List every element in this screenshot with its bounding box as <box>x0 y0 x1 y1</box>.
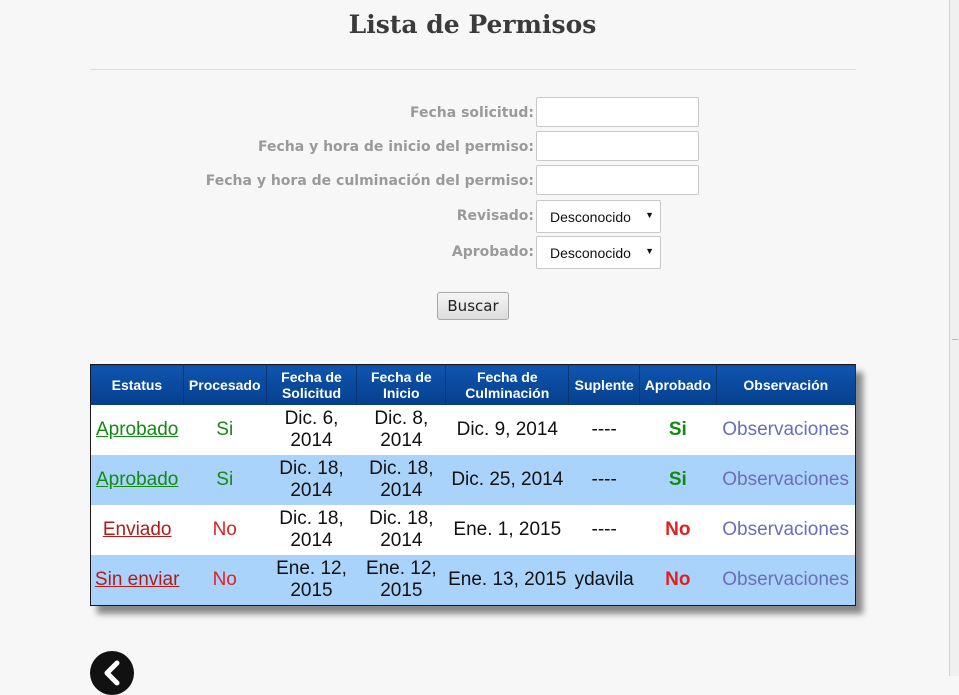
permisos-table: Estatus Procesado Fecha de Solicitud Fec… <box>90 364 857 606</box>
table-row: Sin enviar No Ene. 12, 2015 Ene. 12, 201… <box>90 555 856 606</box>
fecha-culminacion-cell: Ene. 1, 2015 <box>445 505 569 555</box>
fecha-inicio-cell: Ene. 12, 2015 <box>356 555 446 606</box>
suplente-cell: ---- <box>568 405 640 455</box>
revisado-select[interactable]: Desconocido ▼ <box>536 200 661 233</box>
page-scrollbar[interactable] <box>949 0 959 676</box>
fecha-inicio-cell: Dic. 18, 2014 <box>356 455 446 505</box>
suplente-cell: ---- <box>568 505 640 555</box>
aprobado-select-value: Desconocido <box>550 245 631 261</box>
fecha-culminacion-cell: Dic. 25, 2014 <box>445 455 569 505</box>
procesado-cell: No <box>183 505 267 555</box>
revisado-row: Revisado: Desconocido ▼ <box>90 200 790 233</box>
table-row: Enviado No Dic. 18, 2014 Dic. 18, 2014 E… <box>90 505 856 555</box>
fecha-inicio-input[interactable] <box>536 131 699 161</box>
procesado-cell: No <box>183 555 267 606</box>
col-header-aprobado: Aprobado <box>639 364 717 405</box>
suplente-cell: ---- <box>568 455 640 505</box>
aprobado-cell: Si <box>639 455 717 505</box>
fecha-culminacion-input[interactable] <box>536 165 699 195</box>
aprobado-label: Aprobado: <box>451 244 534 260</box>
col-header-fecha-solicitud: Fecha de Solicitud <box>266 364 358 405</box>
table-row: Aprobado Si Dic. 6, 2014 Dic. 8, 2014 Di… <box>90 405 856 455</box>
revisado-select-value: Desconocido <box>550 209 631 225</box>
dropdown-arrow-icon: ▼ <box>645 246 654 256</box>
procesado-cell: Si <box>183 455 267 505</box>
col-header-estatus: Estatus <box>90 364 184 405</box>
fecha-culminacion-cell: Ene. 13, 2015 <box>445 555 569 606</box>
aprobado-cell: Si <box>639 405 717 455</box>
fecha-solicitud-row: Fecha solicitud: <box>90 97 790 129</box>
observaciones-link[interactable]: Observaciones <box>722 519 849 540</box>
fecha-solicitud-cell: Dic. 18, 2014 <box>266 505 357 555</box>
fecha-inicio-label: Fecha y hora de inicio del permiso: <box>258 139 534 155</box>
col-header-observacion: Observación <box>716 364 857 405</box>
title-divider <box>90 69 856 70</box>
fecha-solicitud-cell: Dic. 6, 2014 <box>266 405 357 455</box>
fecha-solicitud-label: Fecha solicitud: <box>409 105 534 121</box>
observaciones-link[interactable]: Observaciones <box>722 469 849 490</box>
table-row: Aprobado Si Dic. 18, 2014 Dic. 18, 2014 … <box>90 455 856 505</box>
fecha-inicio-cell: Dic. 18, 2014 <box>356 505 446 555</box>
estatus-link[interactable]: Enviado <box>103 519 172 540</box>
scrollbar-mark <box>952 339 958 340</box>
col-header-fecha-inicio: Fecha de Inicio <box>356 364 447 405</box>
revisado-label: Revisado: <box>456 208 534 224</box>
col-header-suplente: Suplente <box>568 364 640 405</box>
buscar-button[interactable]: Buscar <box>437 292 509 320</box>
estatus-link[interactable]: Aprobado <box>96 419 178 440</box>
fecha-solicitud-input[interactable] <box>536 97 699 127</box>
page-title: Lista de Permisos <box>348 10 597 39</box>
procesado-cell: Si <box>183 405 267 455</box>
aprobado-cell: No <box>639 505 717 555</box>
back-arrow-icon <box>104 660 120 686</box>
aprobado-cell: No <box>639 555 717 606</box>
suplente-cell: ydavila <box>568 555 640 606</box>
fecha-culminacion-cell: Dic. 9, 2014 <box>445 405 569 455</box>
observaciones-link[interactable]: Observaciones <box>722 569 849 590</box>
estatus-link[interactable]: Aprobado <box>96 469 178 490</box>
table-header-row: Estatus Procesado Fecha de Solicitud Fec… <box>90 364 857 405</box>
fecha-culminacion-row: Fecha y hora de culminación del permiso: <box>90 165 790 197</box>
fecha-solicitud-cell: Ene. 12, 2015 <box>266 555 357 606</box>
fecha-inicio-row: Fecha y hora de inicio del permiso: <box>90 131 790 163</box>
estatus-link[interactable]: Sin enviar <box>95 569 180 590</box>
dropdown-arrow-icon: ▼ <box>645 210 654 220</box>
aprobado-select[interactable]: Desconocido ▼ <box>536 236 661 269</box>
fecha-inicio-cell: Dic. 8, 2014 <box>356 405 446 455</box>
col-header-fecha-culminacion: Fecha de Culminación <box>445 364 570 405</box>
fecha-culminacion-label: Fecha y hora de culminación del permiso: <box>205 173 534 189</box>
fecha-solicitud-cell: Dic. 18, 2014 <box>266 455 357 505</box>
col-header-procesado: Procesado <box>183 364 267 405</box>
back-button[interactable] <box>90 651 134 695</box>
aprobado-row: Aprobado: Desconocido ▼ <box>90 236 790 269</box>
observaciones-link[interactable]: Observaciones <box>722 419 849 440</box>
